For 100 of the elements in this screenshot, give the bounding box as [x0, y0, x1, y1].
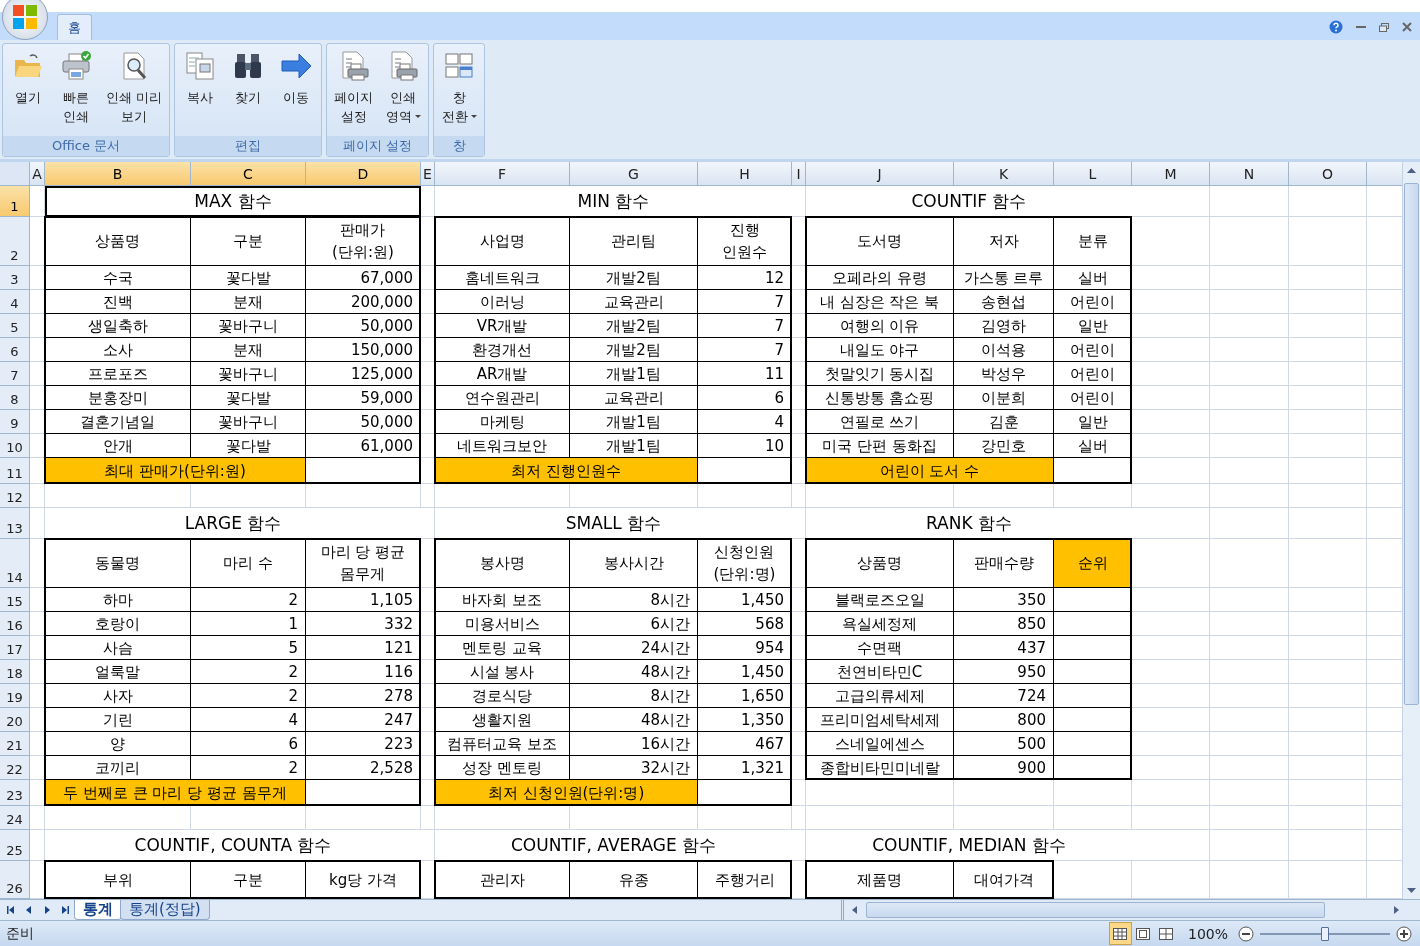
column-letter[interactable]: A — [30, 162, 45, 187]
table-cell: 8시간 — [570, 684, 698, 709]
sheet-tab[interactable]: 통계(정답) — [120, 900, 210, 921]
column-letter[interactable]: M — [1132, 162, 1210, 187]
column-letter[interactable]: I — [792, 162, 806, 187]
ribbon-button[interactable]: 빠른 인쇄 — [53, 47, 99, 136]
table-cell: AR개발 — [435, 362, 570, 387]
restore-icon[interactable] — [1379, 22, 1389, 32]
table-cell: 여행의 이유 — [806, 314, 954, 339]
table-cell: 2 — [191, 588, 306, 613]
row-number[interactable]: 2 — [0, 217, 30, 267]
row-number[interactable]: 5 — [0, 314, 30, 339]
table-cell: 가스통 르루 — [954, 266, 1054, 291]
view-button[interactable] — [1108, 922, 1132, 946]
table-cell: 프로포즈 — [45, 362, 191, 387]
row-number[interactable]: 11 — [0, 458, 30, 485]
column-letter[interactable]: C — [191, 162, 306, 187]
table-cell: 호랑이 — [45, 612, 191, 637]
row-number[interactable]: 3 — [0, 266, 30, 291]
table-cell: 프리미엄세탁세제 — [806, 708, 954, 733]
first-sheet-icon[interactable] — [6, 905, 16, 916]
slider-thumb[interactable] — [1321, 926, 1329, 941]
row-number[interactable]: 6 — [0, 338, 30, 363]
table-cell: 48시간 — [570, 708, 698, 733]
table-cell: 2 — [191, 660, 306, 685]
help-icon[interactable] — [1329, 20, 1343, 34]
column-letter[interactable]: E — [421, 162, 435, 187]
zoom-level[interactable]: 100% — [1187, 925, 1228, 942]
ribbon-tab[interactable]: 홈 — [57, 14, 92, 40]
column-letter[interactable]: F — [435, 162, 570, 187]
row-number[interactable]: 14 — [0, 539, 30, 589]
table-cell: 2 — [191, 684, 306, 709]
row-number[interactable]: 24 — [0, 806, 30, 831]
previous-sheet-icon[interactable] — [24, 905, 34, 916]
table-cell: 컴퓨터교육 보조 — [435, 732, 570, 757]
ribbon-button[interactable]: 창 전환 — [436, 47, 483, 136]
column-letter[interactable]: G — [570, 162, 698, 187]
minimize-icon[interactable] — [1356, 25, 1366, 29]
column-letter[interactable]: L — [1054, 162, 1132, 187]
column-letter[interactable]: D — [306, 162, 421, 187]
row-number[interactable]: 8 — [0, 386, 30, 411]
header-cell: 구분 — [191, 217, 306, 267]
row-number[interactable]: 19 — [0, 684, 30, 709]
group-label: 창 — [434, 135, 485, 156]
ribbon-button[interactable]: 찾기 — [225, 47, 272, 136]
vertical-scrollbar[interactable] — [1402, 162, 1420, 900]
row-number[interactable]: 17 — [0, 636, 30, 661]
row-number[interactable]: 1 — [0, 186, 30, 218]
row-number[interactable]: 26 — [0, 861, 30, 900]
summary-label: 두 번째로 큰 마리 당 평균 몸무게 — [45, 780, 306, 807]
last-sheet-icon[interactable] — [60, 905, 70, 916]
close-icon[interactable] — [1402, 22, 1412, 32]
ribbon-button[interactable]: 열기 — [5, 47, 51, 136]
row-number[interactable]: 15 — [0, 588, 30, 613]
row-number[interactable]: 9 — [0, 410, 30, 435]
row-number[interactable]: 18 — [0, 660, 30, 685]
row-number[interactable]: 16 — [0, 612, 30, 637]
empty-cell — [792, 484, 806, 509]
row-number[interactable]: 25 — [0, 830, 30, 862]
column-letter[interactable]: K — [954, 162, 1054, 187]
zoom-out-icon[interactable] — [1238, 925, 1254, 942]
row-number[interactable]: 7 — [0, 362, 30, 387]
column-letter[interactable]: H — [698, 162, 792, 187]
header-cell: 저자 — [954, 217, 1054, 267]
copy-icon — [184, 49, 217, 82]
ribbon-button[interactable]: 인쇄 영역 — [380, 47, 427, 136]
table-cell: 얼룩말 — [45, 660, 191, 685]
ribbon-button[interactable]: 복사 — [177, 47, 224, 136]
ribbon-button[interactable]: 페이지 설정 — [329, 47, 379, 136]
table-cell: 4 — [191, 708, 306, 733]
column-letter[interactable]: J — [806, 162, 954, 187]
group-label: 페이지 설정 — [327, 135, 429, 156]
column-letter[interactable]: O — [1289, 162, 1367, 187]
header-cell: 순위 — [1054, 539, 1132, 589]
row-number[interactable]: 13 — [0, 508, 30, 540]
column-letter[interactable]: N — [1210, 162, 1289, 187]
row-number[interactable]: 12 — [0, 484, 30, 509]
column-letter[interactable]: B — [45, 162, 191, 187]
row-number[interactable]: 20 — [0, 708, 30, 733]
row-number[interactable]: 23 — [0, 780, 30, 807]
table-cell: 꽃다발 — [191, 434, 306, 459]
row-number[interactable]: 4 — [0, 290, 30, 315]
ribbon-button[interactable]: 인쇄 미리 보기 — [101, 47, 168, 136]
row-number[interactable]: 22 — [0, 756, 30, 781]
zoom-in-icon[interactable] — [1396, 925, 1412, 942]
row-number[interactable]: 21 — [0, 732, 30, 757]
header-cell: 상품명 — [806, 539, 954, 589]
table-cell: 이석용 — [954, 338, 1054, 363]
sheet-tab[interactable]: 통계 — [74, 900, 122, 921]
page-break-icon — [1159, 927, 1174, 940]
table-cell: 950 — [954, 660, 1054, 685]
zoom-slider[interactable] — [1260, 925, 1390, 942]
ribbon-button[interactable]: 이동 — [273, 47, 320, 136]
next-sheet-icon[interactable] — [42, 905, 52, 916]
table-cell: 분재 — [191, 290, 306, 315]
office-button[interactable] — [2, 0, 48, 40]
row-number[interactable]: 10 — [0, 434, 30, 459]
status-text: 준비 — [6, 924, 34, 943]
table-cell: 시설 봉사 — [435, 660, 570, 685]
table-cell: 천연비타민C — [806, 660, 954, 685]
